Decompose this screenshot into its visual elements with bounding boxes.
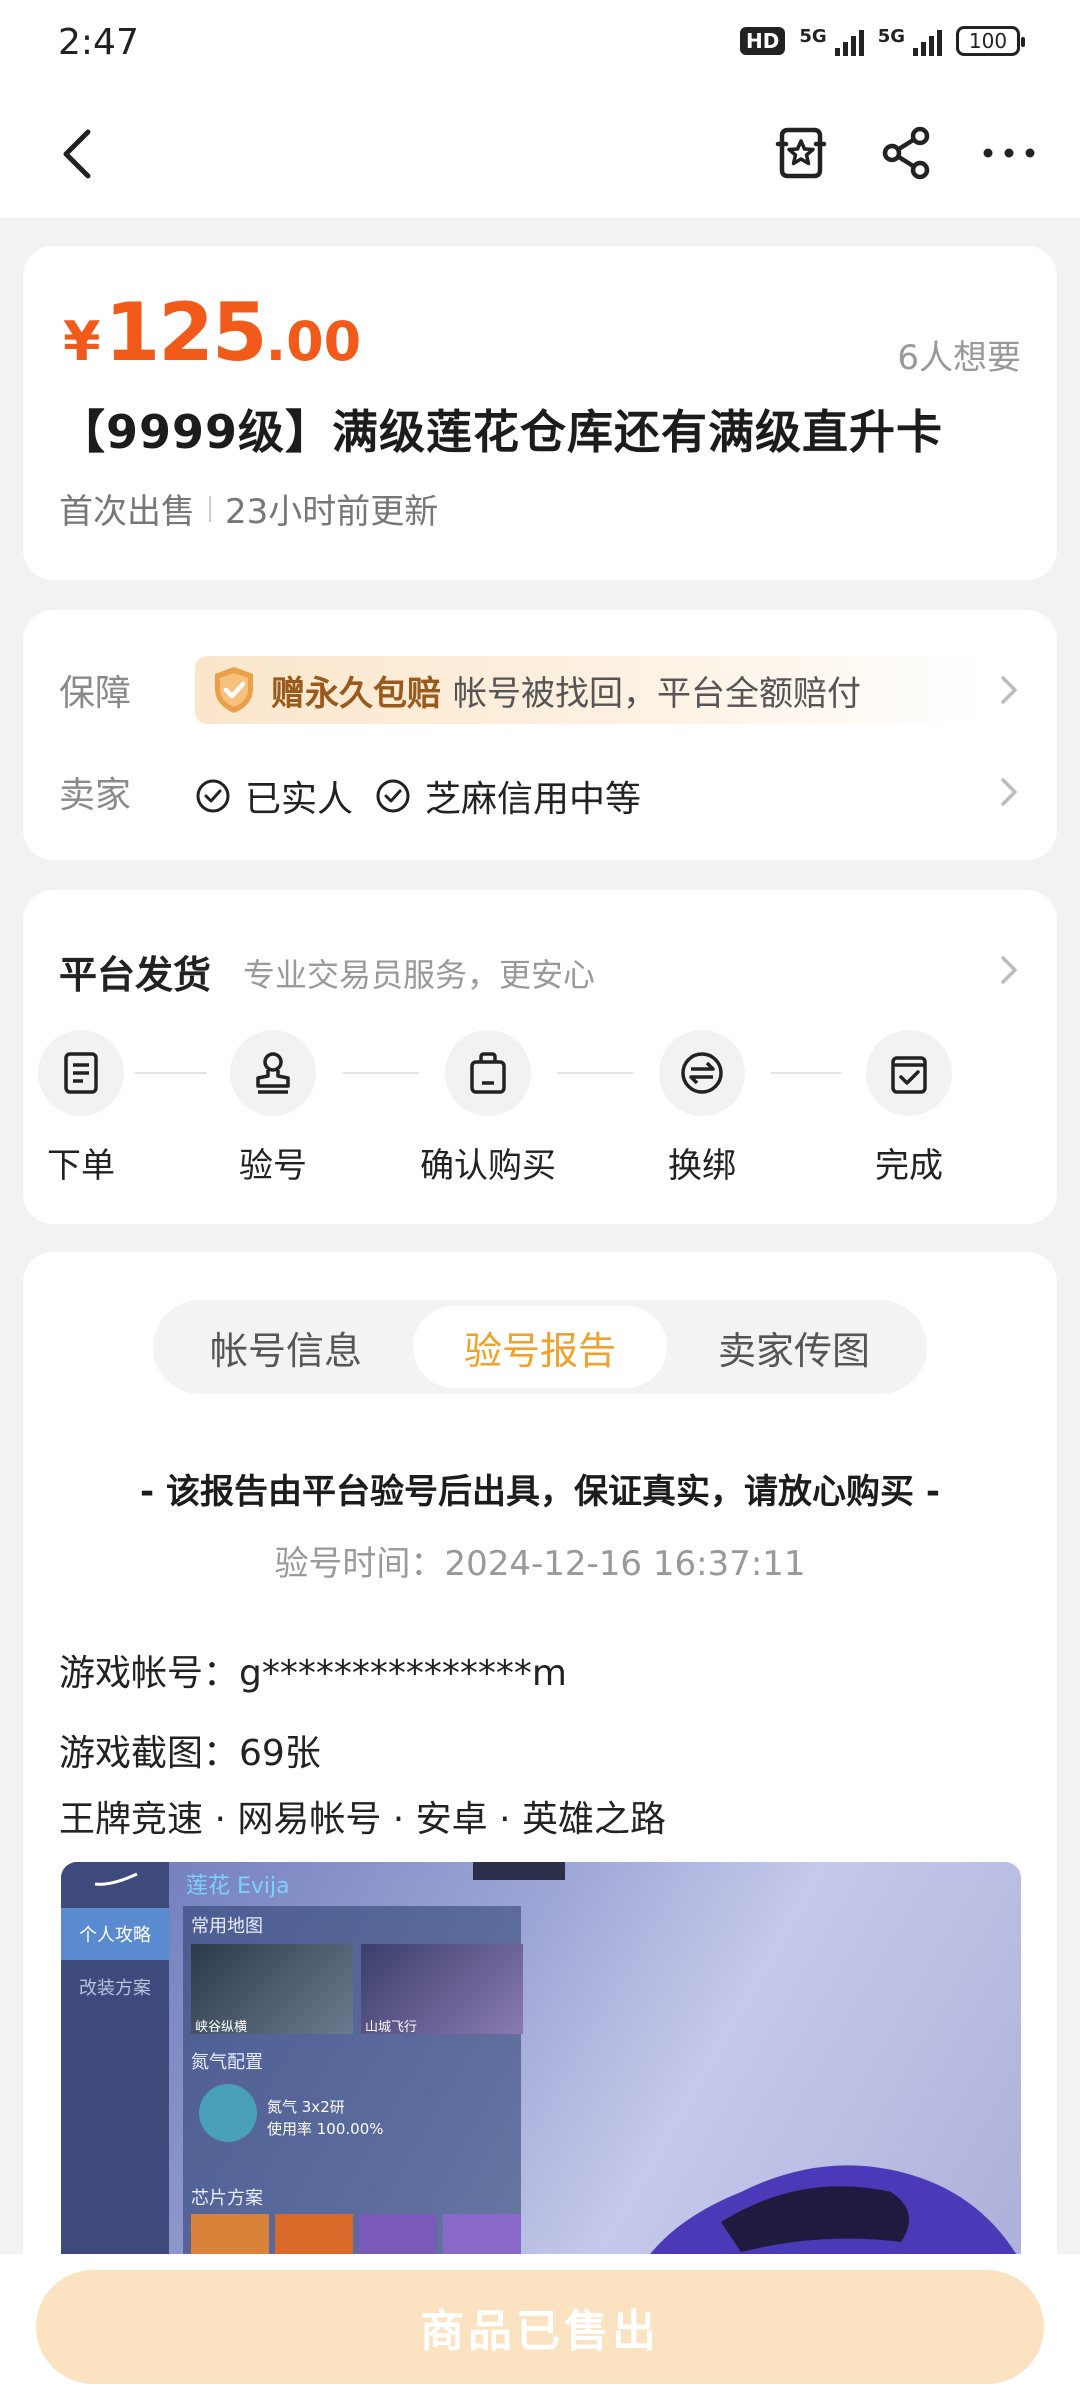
order-doc-icon: [38, 1030, 124, 1116]
chevron-right-icon[interactable]: [997, 952, 1021, 988]
step-label: 换绑: [668, 1146, 736, 1186]
meta-divider: [209, 495, 211, 522]
status-bar: 2:47 HD 5G 5G 100: [0, 0, 1080, 90]
report-time: 验号时间：2024-12-16 16:37:11: [274, 1544, 806, 1584]
screenshot-side-active: 个人攻略: [61, 1908, 169, 1960]
price: ¥ 125 .00: [63, 286, 361, 379]
back-icon[interactable]: [50, 124, 110, 184]
wants-count: 6人想要: [897, 338, 1021, 378]
nitro-text: 使用率 100.00%: [267, 2120, 384, 2138]
price-decimal: .00: [265, 310, 362, 373]
tab-account-info[interactable]: 帐号信息: [159, 1306, 413, 1388]
signal-icon: [834, 26, 864, 56]
seller-badge-credit: 芝麻信用中等: [425, 779, 642, 820]
product-summary-card: ¥ 125 .00 6人想要 【9999级】满级莲花仓库还有满级直升卡 首次出售…: [23, 246, 1057, 580]
price-integer: 125: [104, 286, 268, 379]
step-confirm: 确认购买: [413, 1030, 563, 1187]
logo-mark-icon: [94, 1872, 138, 1886]
share-icon[interactable]: [876, 122, 938, 184]
battery-level: 100: [968, 29, 1008, 53]
report-headline: - 该报告由平台验号后出具，保证真实，请放心购买 -: [140, 1472, 940, 1512]
step-label: 验号: [239, 1146, 307, 1186]
step-label: 确认购买: [420, 1146, 556, 1186]
shipping-card: 平台发货 专业交易员服务，更安心 下单 验号 确认购买 换绑 完成: [23, 890, 1057, 1224]
chevron-right-icon[interactable]: [997, 774, 1021, 810]
nitro-icon: [199, 2084, 257, 2142]
screenshot-section: 常用地图: [191, 1916, 263, 1937]
guarantee-text: 帐号被找回，平台全额赔付: [453, 673, 861, 714]
bottom-action-bar: 商品已售出: [0, 2254, 1080, 2400]
guarantee-highlight: 赠永久包赔: [271, 673, 441, 714]
step-connector: [771, 1072, 841, 1074]
network-label-2: 5G: [877, 26, 905, 47]
shipping-subtitle: 专业交易员服务，更安心: [243, 956, 596, 994]
game-tags: 王牌竞速 · 网易帐号 · 安卓 · 英雄之路: [59, 1799, 666, 1840]
step-connector: [343, 1072, 419, 1074]
game-account: 游戏帐号：g***************m: [59, 1653, 567, 1694]
exchange-icon: [659, 1030, 745, 1116]
first-sale-label: 首次出售: [59, 492, 195, 532]
map-caption: 山城飞行: [365, 2020, 418, 2035]
step-label: 下单: [47, 1146, 115, 1186]
step-order: 下单: [6, 1030, 156, 1187]
screenshot-topbar: [473, 1862, 565, 1880]
more-icon[interactable]: [978, 122, 1040, 184]
status-indicators: HD 5G 5G 100: [740, 26, 1025, 56]
check-circle-icon: [196, 779, 230, 813]
seller-badges[interactable]: 已实人 芝麻信用中等: [195, 770, 641, 822]
screenshot-title: 莲花 Evija: [186, 1874, 290, 1899]
report-tabs: 帐号信息 验号报告 卖家传图: [153, 1300, 927, 1394]
price-currency: ¥: [63, 310, 101, 373]
chevron-right-icon[interactable]: [997, 672, 1021, 708]
shopping-bag-icon: [445, 1030, 531, 1116]
guarantee-label: 保障: [59, 673, 132, 714]
sold-out-button[interactable]: 商品已售出: [36, 2270, 1044, 2384]
screenshot-section: 芯片方案: [191, 2188, 263, 2209]
report-card: 帐号信息 验号报告 卖家传图 - 该报告由平台验号后出具，保证真实，请放心购买 …: [23, 1252, 1057, 2400]
map-caption: 峡谷纵横: [195, 2020, 248, 2035]
step-rebind: 换绑: [627, 1030, 777, 1187]
tab-verify-report[interactable]: 验号报告: [413, 1306, 667, 1388]
top-nav-bar: [0, 90, 1080, 218]
tab-seller-images[interactable]: 卖家传图: [667, 1306, 921, 1388]
guarantee-row[interactable]: 赠永久包赔 帐号被找回，平台全额赔付: [195, 656, 985, 724]
nitro-text: 氮气 3x2研: [267, 2098, 345, 2116]
shipping-steps: 下单 验号 确认购买 换绑 完成: [23, 1030, 1057, 1200]
product-title: 【9999级】满级莲花仓库还有满级直升卡: [59, 405, 944, 459]
seller-label: 卖家: [59, 775, 132, 816]
check-circle-icon: [376, 779, 410, 813]
shipping-title: 平台发货: [59, 953, 212, 997]
step-verify: 验号: [198, 1030, 348, 1187]
status-time: 2:47: [58, 22, 139, 63]
favorite-star-icon[interactable]: [770, 122, 832, 184]
battery-icon: 100: [956, 26, 1025, 56]
step-connector: [557, 1072, 633, 1074]
signal-icon: [913, 26, 942, 56]
screenshot-section: 氮气配置: [191, 2052, 263, 2073]
shield-icon: [215, 667, 253, 713]
assurance-card: 保障 赠永久包赔 帐号被找回，平台全额赔付 卖家 已实人 芝麻信用中等: [23, 610, 1057, 860]
seller-badge-verified: 已实人: [245, 779, 354, 820]
complete-check-icon: [866, 1030, 952, 1116]
step-label: 完成: [875, 1146, 943, 1186]
network-label-1: 5G: [799, 26, 827, 47]
updated-time: 23小时前更新: [225, 492, 439, 532]
screenshot-side-item: 改装方案: [79, 1978, 151, 1999]
product-meta: 首次出售 23小时前更新: [59, 484, 438, 533]
step-complete: 完成: [834, 1030, 984, 1187]
screenshot-count: 游戏截图：69张: [59, 1733, 321, 1774]
verify-stamp-icon: [230, 1030, 316, 1116]
hd-badge: HD: [740, 27, 786, 55]
